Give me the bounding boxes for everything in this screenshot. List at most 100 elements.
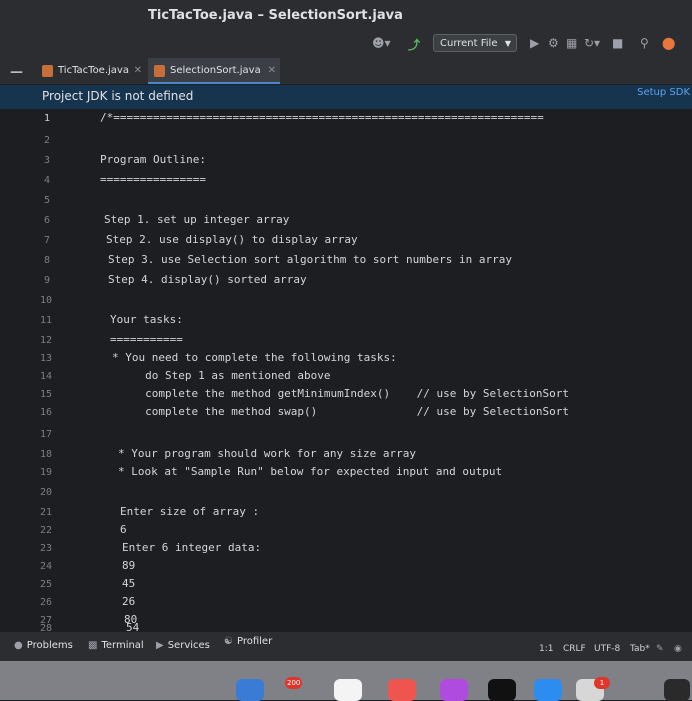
- editor-tab-bar: TicTacToe.java ✕ SelectionSort.java ✕: [0, 58, 692, 85]
- code-editor[interactable]: 1 2 3 4 5 6 7 8 9 10 11 12 13 14 15 16 17 18 19 20 21 22 23 24 2…: [0, 109, 692, 634]
- code-line[interactable]: 6: [120, 523, 127, 536]
- code-line[interactable]: * You need to complete the following tas…: [112, 351, 397, 364]
- line-number: 6: [44, 215, 51, 226]
- line-number: 18: [40, 449, 53, 460]
- code-line[interactable]: ================: [100, 173, 206, 186]
- inspection-icon[interactable]: ◉: [674, 644, 682, 654]
- code-line[interactable]: do Step 1 as mentioned above: [112, 369, 330, 382]
- code-line[interactable]: Program Outline:: [100, 153, 206, 166]
- tab-label: TicTacToe.java: [58, 65, 129, 76]
- line-number: 8: [44, 255, 51, 266]
- collapse-icon[interactable]: —: [10, 65, 23, 80]
- run-icon[interactable]: ▶: [530, 36, 539, 50]
- line-number: 5: [44, 195, 51, 206]
- line-number: 21: [40, 507, 53, 518]
- tab-label: SelectionSort.java: [170, 65, 261, 76]
- stop-icon[interactable]: ■: [612, 36, 623, 50]
- code-line[interactable]: complete the method getMinimumIndex() //…: [112, 387, 569, 400]
- tv-app-icon[interactable]: [488, 679, 516, 701]
- code-line[interactable]: Step 3. use Selection sort algorithm to …: [108, 253, 512, 266]
- lock-icon[interactable]: ✎: [656, 644, 664, 654]
- code-line[interactable]: Enter 6 integer data:: [122, 541, 261, 554]
- notification-badge: 200: [285, 677, 303, 689]
- line-number: 7: [44, 235, 51, 246]
- code-line[interactable]: * Your program should work for any size …: [118, 447, 416, 460]
- caret-position[interactable]: 1:1: [539, 644, 553, 654]
- terminal-tool-button[interactable]: ▩ Terminal: [88, 640, 144, 651]
- macos-dock: 200 1: [0, 661, 692, 701]
- notification-badge: 1: [594, 677, 610, 689]
- line-number: 14: [40, 371, 53, 382]
- coverage-icon[interactable]: ▦: [566, 36, 577, 50]
- line-number: 25: [40, 579, 53, 590]
- search-icon[interactable]: ⚲: [640, 36, 649, 50]
- code-line[interactable]: 89: [122, 559, 135, 572]
- news-app-icon[interactable]: [334, 679, 362, 701]
- line-number: 12: [40, 335, 53, 346]
- run-config-dropdown[interactable]: Current File ▼: [433, 34, 517, 52]
- line-number: 13: [40, 353, 53, 364]
- code-line[interactable]: Your tasks:: [110, 313, 183, 326]
- code-line[interactable]: 26: [122, 595, 135, 608]
- appstore-app-icon[interactable]: [534, 679, 562, 701]
- line-number: 3: [44, 155, 51, 166]
- chevron-down-icon: ▼: [504, 39, 511, 48]
- java-file-icon: [154, 65, 165, 77]
- line-number: 20: [40, 487, 53, 498]
- setup-sdk-link[interactable]: Setup SDK: [637, 87, 690, 98]
- line-number: 4: [44, 175, 51, 186]
- file-encoding[interactable]: UTF-8: [594, 644, 620, 654]
- line-number: 22: [40, 525, 53, 536]
- code-line[interactable]: Step 1. set up integer array: [104, 213, 289, 226]
- java-file-icon: [42, 65, 53, 77]
- window-title: TicTacToe.java – SelectionSort.java: [148, 8, 403, 23]
- code-line[interactable]: Enter size of array :: [120, 505, 259, 518]
- status-bar: ● Problems ▩ Terminal ▶ Services ☯ Profiler …: [0, 631, 692, 662]
- line-number: 17: [40, 429, 53, 440]
- tab-selectionsort[interactable]: SelectionSort.java ✕: [148, 58, 280, 84]
- services-tool-button[interactable]: ▶ Services: [156, 640, 210, 651]
- music-app-icon[interactable]: [388, 679, 416, 701]
- code-line[interactable]: * Look at "Sample Run" below for expecte…: [118, 465, 502, 478]
- profiler-tool-button[interactable]: ☯ Profiler: [224, 636, 272, 647]
- line-number: 15: [40, 389, 53, 400]
- line-number: 11: [40, 315, 53, 326]
- line-number: 26: [40, 597, 53, 608]
- banner-message: Project JDK is not defined: [42, 89, 194, 103]
- code-line[interactable]: 45: [122, 577, 135, 590]
- code-line[interactable]: Step 4. display() sorted array: [108, 273, 307, 286]
- problems-icon: ●: [14, 640, 23, 651]
- debug-icon[interactable]: ⚙: [548, 36, 559, 50]
- calendar-app-icon[interactable]: [236, 679, 264, 701]
- main-toolbar: ☻▾ ⤴ ▶ ⚙ ▦ ↻▾ ■ ⚲ ⬤: [0, 30, 692, 59]
- profiler-icon: ☯: [224, 636, 233, 647]
- terminal-icon: ▩: [88, 640, 98, 651]
- line-separator[interactable]: CRLF: [563, 644, 586, 654]
- run-config-label: Current File: [440, 38, 498, 49]
- line-number: 10: [40, 295, 53, 306]
- line-number: 23: [40, 543, 53, 554]
- jdk-warning-banner: Project JDK is not defined Setup SDK: [0, 85, 692, 109]
- user-icon[interactable]: ☻▾: [372, 36, 391, 50]
- line-number: 9: [44, 275, 51, 286]
- update-icon[interactable]: ⬤: [662, 36, 675, 50]
- code-line[interactable]: complete the method swap() // use by Sel…: [112, 405, 569, 418]
- line-number-gutter: 1 2 3 4 5 6 7 8 9 10 11 12 13 14 15 16 17 18 19 20 21 22 23 24 2…: [0, 109, 84, 634]
- intellij-app-icon[interactable]: [664, 679, 690, 701]
- profile-icon[interactable]: ↻▾: [584, 36, 600, 50]
- problems-tool-button[interactable]: ● Problems: [14, 640, 73, 651]
- window-titlebar: TicTacToe.java – SelectionSort.java: [0, 0, 692, 30]
- code-line[interactable]: ===========: [110, 333, 183, 346]
- line-number: 16: [40, 407, 53, 418]
- hammer-build-icon[interactable]: ⤴: [408, 36, 420, 53]
- line-number: 24: [40, 561, 53, 572]
- close-icon[interactable]: ✕: [134, 58, 142, 84]
- close-icon[interactable]: ✕: [268, 58, 276, 84]
- podcasts-app-icon[interactable]: [440, 679, 468, 701]
- line-number: 19: [40, 467, 53, 478]
- line-number: 1: [44, 113, 51, 124]
- code-line[interactable]: /*======================================…: [100, 111, 544, 124]
- indent-setting[interactable]: Tab*: [630, 644, 650, 654]
- code-line[interactable]: Step 2. use display() to display array: [106, 233, 358, 246]
- tab-tictactoe[interactable]: TicTacToe.java ✕: [36, 58, 146, 84]
